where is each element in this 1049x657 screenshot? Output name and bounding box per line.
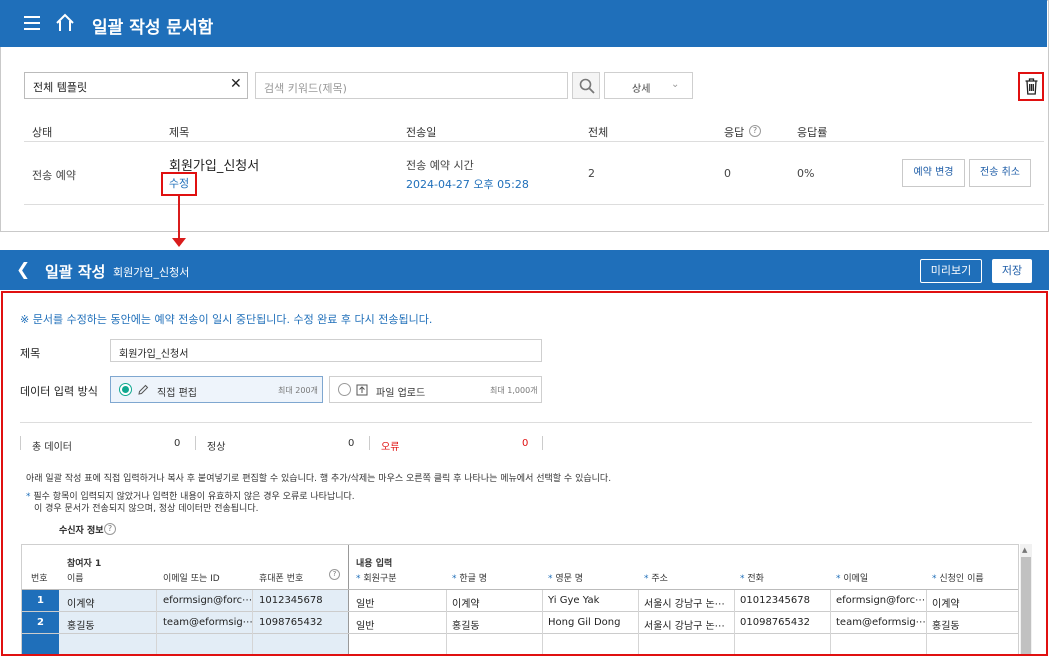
row-status: 전송 예약 bbox=[32, 169, 76, 182]
template-filter-select[interactable]: 전체 템플릿 ✕ bbox=[24, 72, 248, 99]
search-button[interactable] bbox=[572, 72, 600, 99]
search-icon bbox=[579, 78, 595, 94]
top-header: 일괄 작성 문서함 bbox=[0, 0, 1047, 47]
col-response-rate: 응답률 bbox=[797, 126, 828, 139]
search-placeholder: 검색 키워드(제목) bbox=[264, 82, 347, 95]
highlight-frame bbox=[1, 291, 1048, 656]
editor-doc-name: 회원가입_신청서 bbox=[113, 266, 190, 279]
col-send-date: 전송일 bbox=[406, 126, 437, 139]
change-reservation-button[interactable]: 예약 변경 bbox=[902, 159, 965, 187]
row-send-label: 전송 예약 시간 bbox=[406, 159, 474, 172]
col-response: 응답 bbox=[724, 126, 745, 139]
edit-link[interactable]: 수정 bbox=[161, 172, 197, 196]
row-send-date: 2024-04-27 오후 05:28 bbox=[406, 178, 529, 191]
template-filter-value: 전체 템플릿 bbox=[33, 81, 88, 94]
detail-search-dropdown[interactable]: 상세 ⌄ bbox=[604, 72, 693, 99]
row-total: 2 bbox=[588, 167, 595, 180]
col-total: 전체 bbox=[588, 126, 609, 139]
detail-label: 상세 bbox=[632, 84, 651, 95]
editor-header: ❮ 일괄 작성 회원가입_신청서 bbox=[0, 250, 1049, 290]
back-icon[interactable]: ❮ bbox=[16, 260, 30, 280]
save-button[interactable]: 저장 bbox=[992, 259, 1032, 283]
row-responses: 0 bbox=[724, 167, 731, 180]
preview-button[interactable]: 미리보기 bbox=[920, 259, 982, 283]
help-icon[interactable]: ? bbox=[749, 125, 761, 137]
chevron-down-icon: ⌄ bbox=[671, 79, 680, 90]
editor-title: 일괄 작성 bbox=[45, 263, 106, 281]
page-title: 일괄 작성 문서함 bbox=[92, 18, 214, 38]
delete-button[interactable] bbox=[1018, 72, 1044, 101]
col-status: 상태 bbox=[32, 126, 53, 139]
menu-icon[interactable] bbox=[24, 16, 40, 30]
connector-line bbox=[178, 196, 180, 239]
cancel-send-button[interactable]: 전송 취소 bbox=[969, 159, 1031, 187]
connector-arrow bbox=[172, 238, 186, 247]
trash-icon bbox=[1025, 78, 1038, 95]
divider bbox=[24, 141, 1044, 142]
clear-icon[interactable]: ✕ bbox=[230, 76, 242, 92]
home-icon[interactable] bbox=[55, 13, 75, 33]
search-input[interactable]: 검색 키워드(제목) bbox=[255, 72, 568, 99]
row-rate: 0% bbox=[797, 167, 815, 180]
col-title: 제목 bbox=[169, 126, 190, 139]
divider bbox=[24, 204, 1044, 205]
